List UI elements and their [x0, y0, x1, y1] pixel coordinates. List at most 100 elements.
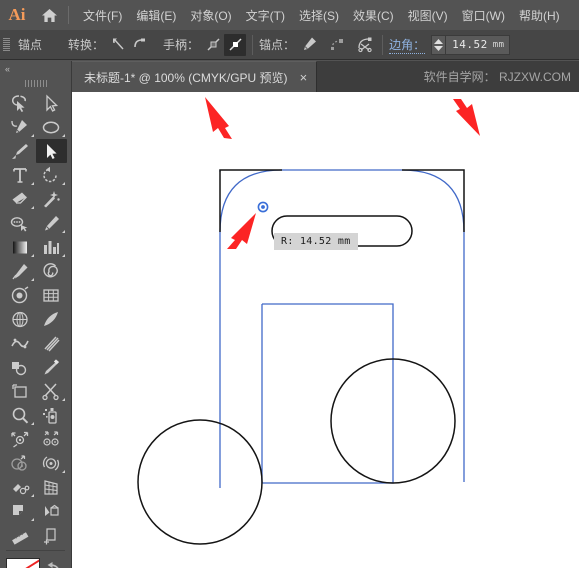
- menu-help[interactable]: 帮助(H): [512, 3, 567, 28]
- handles-label: 手柄：: [163, 38, 200, 52]
- red-arrow-top-right: [453, 99, 480, 136]
- app-logo: Ai: [8, 5, 26, 24]
- red-arrow-widget: [227, 213, 256, 249]
- tool-warp-icon[interactable]: [4, 331, 36, 355]
- tool-paintbrush-icon[interactable]: [4, 139, 36, 163]
- options-bar-grip[interactable]: [3, 36, 13, 54]
- tool-width-icon[interactable]: [36, 331, 68, 355]
- menu-divider: [68, 6, 69, 24]
- undo-arrow-icon[interactable]: [46, 561, 62, 568]
- document-tab[interactable]: 未标题-1* @ 100% (CMYK/GPU 预览) ×: [72, 61, 318, 92]
- tool-selection-arrow-icon[interactable]: [35, 139, 67, 163]
- tool-artboard-add-icon[interactable]: [36, 523, 68, 547]
- tool-flyout-indicator: [30, 422, 34, 425]
- fill-stroke-none-swatch[interactable]: [6, 558, 40, 568]
- tool-gradient-icon[interactable]: [4, 235, 36, 259]
- tool-rotate-alt-icon[interactable]: [36, 451, 68, 475]
- tool-scissors-icon[interactable]: [36, 379, 68, 403]
- tool-lasso-select-icon[interactable]: [4, 91, 36, 115]
- tool-flyout-indicator: [30, 182, 34, 185]
- radius-tooltip: R: 14.52 mm: [274, 233, 358, 250]
- tool-rotate-icon[interactable]: [36, 163, 68, 187]
- document-tab-title: 未标题-1* @ 100% (CMYK/GPU 预览): [84, 70, 288, 85]
- tool-perspective-grid-icon[interactable]: [4, 307, 36, 331]
- tool-gradient-mesh-icon[interactable]: [4, 475, 36, 499]
- corner-label[interactable]: 边角：: [389, 36, 426, 54]
- tool-knife-icon[interactable]: [36, 307, 68, 331]
- tool-slice-icon[interactable]: [4, 499, 36, 523]
- convert-to-smooth-icon[interactable]: [129, 34, 151, 56]
- corner-radius-value: 14.52: [452, 38, 488, 51]
- menu-window[interactable]: 窗口(W): [455, 3, 512, 28]
- menu-view[interactable]: 视图(V): [401, 3, 455, 28]
- menu-file[interactable]: 文件(F): [76, 3, 129, 28]
- anchor-remove-icon[interactable]: [326, 34, 348, 56]
- selection-type-label: 锚点: [18, 38, 43, 52]
- tool-eyedropper-icon[interactable]: [4, 259, 36, 283]
- tool-flyout-indicator: [62, 182, 65, 185]
- red-arrow-top-left: [205, 97, 232, 139]
- convert-to-corner-icon[interactable]: [107, 34, 129, 56]
- home-icon[interactable]: [34, 8, 64, 23]
- tool-blend-icon[interactable]: [4, 451, 36, 475]
- tool-flyout-indicator: [30, 134, 34, 137]
- tool-spiral-icon[interactable]: [36, 259, 68, 283]
- tool-mesh-icon[interactable]: [36, 283, 68, 307]
- panel-collapse-icon[interactable]: «: [0, 61, 71, 77]
- tool-eraser-icon[interactable]: [4, 187, 36, 211]
- tool-live-paint-icon[interactable]: [4, 283, 36, 307]
- tool-flyout-indicator: [30, 278, 34, 281]
- corner-radius-unit: mm: [492, 39, 505, 50]
- anchor-pen-icon[interactable]: [298, 34, 320, 56]
- live-corner-widget[interactable]: [257, 201, 269, 213]
- tool-zoom-icon[interactable]: [4, 403, 36, 427]
- anchor-cut-path-icon[interactable]: [354, 34, 376, 56]
- tool-perspective-selection-icon[interactable]: [36, 475, 68, 499]
- corner-radius-stepper[interactable]: [431, 34, 446, 55]
- hide-handles-icon[interactable]: [224, 33, 247, 56]
- tool-flyout-indicator: [30, 254, 34, 257]
- canvas-vector-layer: [137, 97, 480, 545]
- tool-direct-selection-arrow-icon[interactable]: [36, 91, 68, 115]
- close-icon[interactable]: ×: [300, 71, 308, 84]
- tool-paint-brush-alt-icon[interactable]: [36, 355, 68, 379]
- radius-circle-bottom-left: [137, 419, 263, 545]
- show-handles-icon[interactable]: [202, 34, 224, 56]
- menu-select[interactable]: 选择(S): [292, 3, 346, 28]
- tool-flyout-indicator: [62, 398, 65, 401]
- corner-radius-input[interactable]: 14.52 mm: [445, 34, 510, 55]
- tool-blob-brush-icon[interactable]: [4, 211, 36, 235]
- menu-object[interactable]: 对象(O): [183, 3, 238, 28]
- tool-magic-wand-icon[interactable]: [36, 187, 68, 211]
- tool-shape-builder-icon[interactable]: [4, 355, 36, 379]
- tool-type-icon[interactable]: [4, 163, 36, 187]
- tool-pen-icon[interactable]: [4, 115, 36, 139]
- menu-type[interactable]: 文字(T): [239, 3, 292, 28]
- tool-flyout-indicator: [62, 254, 65, 257]
- tools-panel-divider: [6, 550, 65, 551]
- tool-column-graph-icon[interactable]: [36, 235, 68, 259]
- tool-measure-icon[interactable]: [4, 523, 36, 547]
- document-tab-bar: 未标题-1* @ 100% (CMYK/GPU 预览) × 软件自学网： RJZ…: [0, 61, 579, 92]
- inner-rect-path: [262, 303, 394, 484]
- tool-flyout-indicator: [30, 494, 34, 497]
- tool-symbol-sprayer-icon[interactable]: [36, 403, 68, 427]
- menu-bar: Ai 文件(F) 编辑(E) 对象(O) 文字(T) 选择(S) 效果(C) 视…: [0, 0, 579, 30]
- options-divider-1: [252, 34, 254, 55]
- menu-effect[interactable]: 效果(C): [346, 3, 401, 28]
- tool-hand-icon[interactable]: [36, 499, 68, 523]
- illustrator-window: Ai 文件(F) 编辑(E) 对象(O) 文字(T) 选择(S) 效果(C) 视…: [0, 0, 579, 568]
- tool-artboard-icon[interactable]: [4, 379, 36, 403]
- artboard-canvas[interactable]: R: 14.52 mm: [72, 92, 579, 568]
- tool-pencil-icon[interactable]: [36, 211, 68, 235]
- tool-flyout-indicator: [62, 470, 65, 473]
- tool-ellipse-icon[interactable]: [36, 115, 68, 139]
- tool-scale-icon[interactable]: [4, 427, 36, 451]
- tool-free-transform-icon[interactable]: [36, 427, 68, 451]
- convert-label: 转换：: [68, 38, 105, 52]
- tools-panel-grip[interactable]: [0, 77, 71, 89]
- menu-edit[interactable]: 编辑(E): [129, 3, 183, 28]
- corner-marker-top-right: [402, 169, 465, 232]
- menu-item-list: 文件(F) 编辑(E) 对象(O) 文字(T) 选择(S) 效果(C) 视图(V…: [76, 3, 567, 28]
- control-options-bar: 锚点 转换： 手柄： 锚点： 边角： 14.52 mm: [0, 30, 579, 60]
